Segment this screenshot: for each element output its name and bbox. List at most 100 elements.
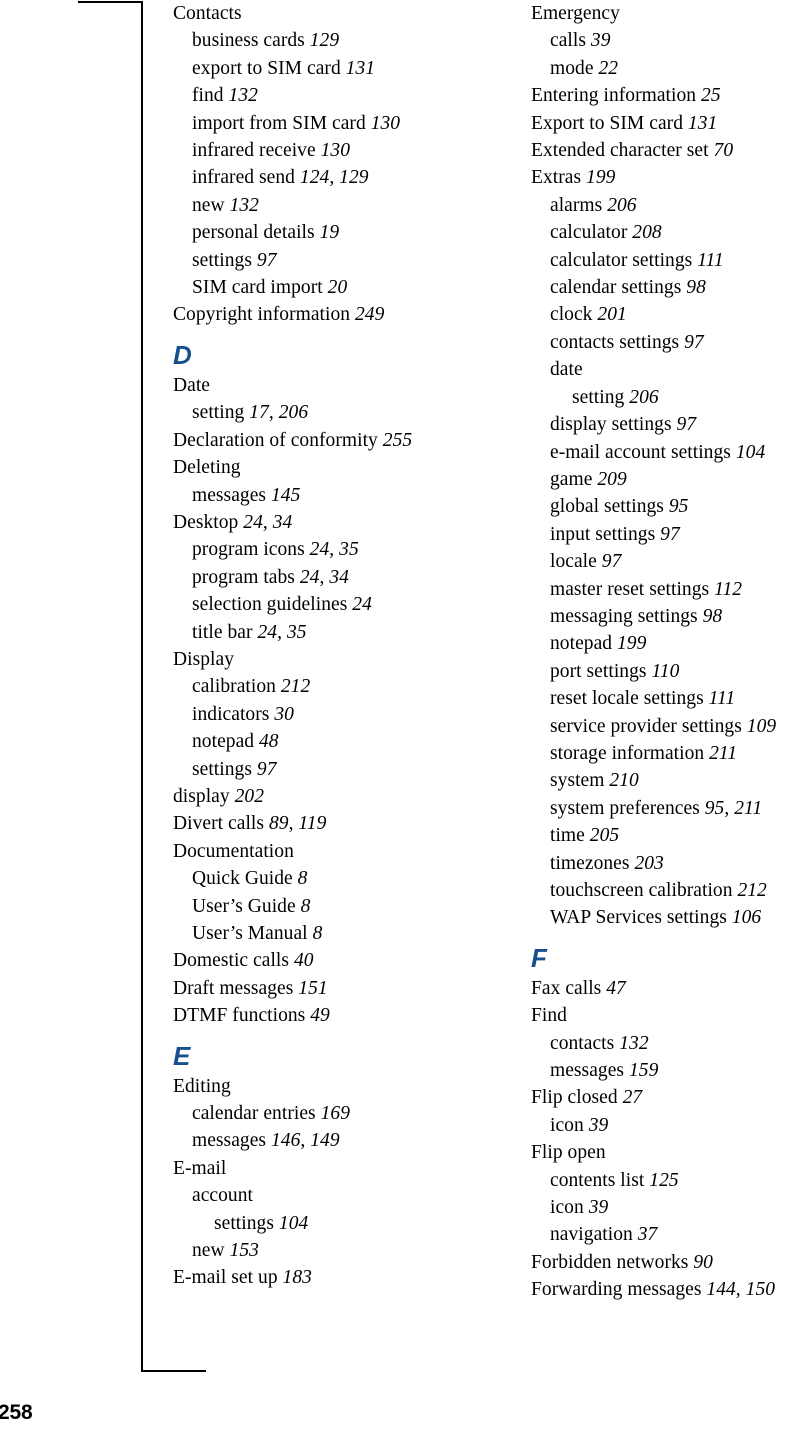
index-entry-term: master reset settings [550,578,710,600]
index-entry-term: Quick Guide [192,868,293,890]
index-page-reference: 199 [612,633,647,655]
index-section-letter: F [531,942,548,973]
index-entry-term: Display [173,648,235,670]
index-entry: touchscreen calibration 212 [531,877,801,904]
index-entry: messages 159 [531,1057,801,1084]
index-entry: messages 145 [173,482,503,509]
index-entry-term: storage information [550,742,705,764]
index-entry: master reset settings 112 [531,576,801,603]
index-entry: alarms 206 [531,192,801,219]
index-page-reference: 70 [708,140,734,162]
index-entry-term: title bar [192,621,253,643]
index-entry-term: Extras [531,167,582,189]
index-page-reference: 8 [295,895,311,917]
index-page-reference: 130 [365,112,401,134]
index-entry-term: messaging settings [550,605,698,627]
index-entry: infrared send 124, 129 [173,164,503,191]
index-entry-term: notepad [550,633,613,655]
index-entry-term: program icons [192,539,305,561]
index-entry-term: time [550,825,585,847]
index-page-reference: 111 [692,249,724,271]
index-page-reference: 124 [294,167,330,189]
index-entry-term: Desktop [173,511,239,533]
index-page-reference: 49 [305,1005,330,1027]
index-entry: Documentation [173,838,503,865]
index-page-reference: 39 [585,30,611,52]
index-entry-term: locale [550,551,597,573]
index-entry: display settings 97 [531,411,801,438]
index-entry-term: Find [531,1005,567,1027]
index-page-reference: 205 [584,825,620,847]
index-entry-term: alarms [550,194,603,216]
index-entry: setting 17, 206 [173,399,503,426]
index-entry: account [173,1182,503,1209]
index-entry: business cards 129 [173,27,503,54]
index-entry-term: Flip closed [531,1087,618,1109]
index-entry-term: User’s Manual [192,923,308,944]
index-entry: timezones 203 [531,850,801,877]
index-entry: personal details 19 [173,219,503,246]
index-entry-term: Date [173,374,211,396]
index-entry-term: settings [192,758,252,780]
index-entry: Emergency [531,0,801,27]
index-entry: Export to SIM card 131 [531,110,801,137]
index-entry: Flip open [531,1139,801,1166]
index-entry-term: Emergency [531,3,620,24]
index-entry: selection guidelines 24 [173,591,503,618]
crop-mark-top-horizontal [78,1,143,3]
index-entry: settings 97 [173,247,503,274]
index-page-reference: 132 [223,85,258,107]
index-page-reference: 112 [709,578,743,600]
index-entry: E-mail set up 183 [173,1264,503,1291]
index-entry-term: reset locale settings [550,688,704,710]
index-entry: Extras 199 [531,164,801,191]
index-entry-term: export to SIM card [192,57,341,79]
index-page-reference: 202 [229,785,265,807]
index-page-reference: 212 [732,880,767,901]
index-entry: Date [173,372,503,399]
index-entry-term: messages [192,1130,267,1152]
index-page-reference: 22 [593,57,619,79]
index-entry: date [531,356,801,383]
index-entry-term: Flip open [531,1142,606,1164]
index-section-letter: D [173,339,193,370]
index-entry-term: timezones [550,852,630,874]
index-page-reference: 97 [596,551,622,573]
index-entry-term: calendar entries [192,1103,316,1125]
index-entry: clock 201 [531,301,801,328]
index-entry-term: new [192,1240,225,1262]
index-entry: new 132 [173,192,503,219]
index-page-reference: 159 [624,1060,659,1082]
index-entry: DTMF functions 49 [173,1002,503,1029]
index-entry: Fax calls 47 [531,975,801,1002]
index-entry: port settings 110 [531,658,801,685]
index-entry: program icons 24, 35 [173,536,503,563]
index-entry: settings 97 [173,756,503,783]
index-page-reference: 249 [350,304,385,326]
index-section-letter: E [173,1040,191,1071]
index-page-reference: 149 [305,1130,340,1152]
index-entry: User’s Guide 8 [173,893,503,920]
index-entry: contacts settings 97 [531,329,801,356]
index-entry: locale 97 [531,548,801,575]
index-entry-term: port settings [550,660,647,682]
index-page-reference: 151 [293,977,328,999]
index-entry-term: messages [550,1060,625,1082]
index-page-reference: 208 [627,222,662,244]
index-entry: game 209 [531,466,801,493]
index-entry-term: Copyright information [173,304,351,326]
index-entry: messaging settings 98 [531,603,801,630]
index-entry: mode 22 [531,55,801,82]
index-page-reference: 129 [304,30,340,52]
index-entry: e-mail account settings 104 [531,439,801,466]
index-page-reference: 131 [683,112,718,134]
index-page-reference: 35 [334,539,359,561]
index-entry: Forwarding messages 144, 150 [531,1276,801,1303]
index-entry: notepad 199 [531,630,801,657]
index-entry-term: messages [192,484,267,506]
index-page-reference: 47 [601,977,626,999]
index-page-reference: 206 [602,194,637,216]
index-entry-term: Fax calls [531,977,602,999]
index-entry-term: input settings [550,523,656,545]
index-entry: Extended character set 70 [531,137,801,164]
